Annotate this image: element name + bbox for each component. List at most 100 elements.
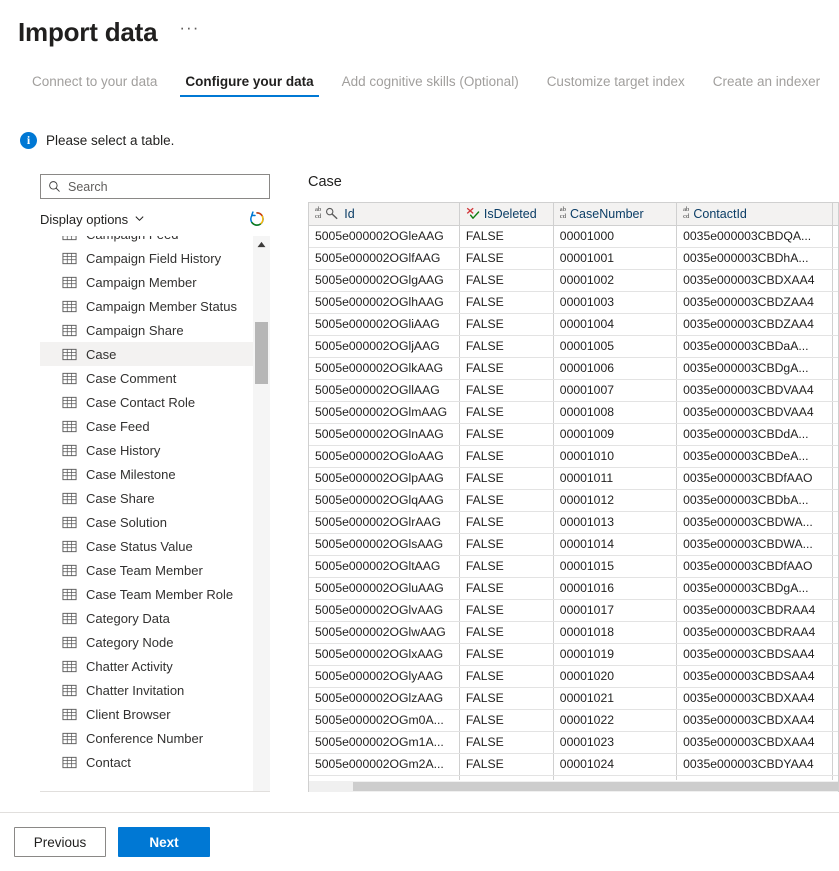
cell-id: 5005e000002OGliAAG (309, 313, 460, 336)
table-grid-icon (62, 539, 77, 554)
data-grid-scroll-area[interactable]: ab cd Id IsDeleted ab cd CaseNumber ab cd Contact… (309, 203, 838, 780)
table-row[interactable]: 5005e000002OGlxAAG FALSE 00001019 0035e0000… (309, 643, 838, 666)
table-row[interactable]: 5005e000002OGlvAAG FALSE 00001017 0035e0000… (309, 599, 838, 622)
table-row[interactable]: 5005e000002OGlgAAG FALSE 00001002 0035e0000… (309, 269, 838, 292)
display-options-dropdown[interactable]: Display options (40, 212, 145, 227)
table-list-item[interactable]: Category Node (40, 630, 253, 654)
cell-contactId: 0035e000003CBDaA... (676, 335, 834, 358)
table-row[interactable]: 5005e000002OGliAAG FALSE 00001004 0035e0000… (309, 313, 838, 336)
cell-contactId: 0035e000003CBDXAA4 (676, 687, 834, 710)
more-options-button[interactable]: ··· (173, 19, 205, 42)
search-icon (48, 180, 61, 193)
table-row[interactable]: 5005e000002OGlqAAG FALSE 00001012 0035e0000… (309, 489, 838, 512)
table-list-item[interactable]: Case Status Value (40, 534, 253, 558)
table-list-item[interactable]: Case Share (40, 486, 253, 510)
wizard-tabs: Connect to your data Configure your data A… (0, 74, 839, 108)
tab-add-cognitive-skills-optional[interactable]: Add cognitive skills (Optional) (328, 74, 533, 97)
table-row[interactable]: 5005e000002OGm2A... FALSE 00001024 0035e000… (309, 753, 838, 776)
cell-isDeleted: FALSE (459, 599, 554, 622)
table-list-item[interactable]: Case Team Member (40, 558, 253, 582)
table-row[interactable]: 5005e000002OGlhAAG FALSE 00001003 0035e0000… (309, 291, 838, 314)
table-list-item[interactable]: Case History (40, 438, 253, 462)
column-header-caseNumber[interactable]: ab cd CaseNumber (553, 203, 678, 226)
previous-button[interactable]: Previous (14, 827, 106, 857)
table-list-item[interactable]: Campaign Share (40, 318, 253, 342)
cell-accountId: 0015e000004uFMSAA2 (832, 313, 838, 336)
refresh-icon[interactable] (248, 210, 266, 228)
column-header-id[interactable]: ab cd Id (309, 203, 460, 226)
table-list-item[interactable]: Campaign Feed (40, 236, 253, 246)
cell-isDeleted: FALSE (459, 753, 554, 776)
column-header-isDeleted[interactable]: IsDeleted (459, 203, 554, 226)
horizontal-scrollbar-thumb[interactable] (353, 782, 838, 791)
table-list-item[interactable]: Client Browser (40, 702, 253, 726)
table-grid-icon (62, 491, 77, 506)
scrollbar-thumb[interactable] (255, 322, 268, 384)
table-row[interactable]: 5005e000002OGlwAAG FALSE 00001018 0035e0000… (309, 621, 838, 644)
table-list-item[interactable]: Campaign Member Status (40, 294, 253, 318)
table-row[interactable]: 5005e000002OGltAAG FALSE 00001015 0035e0000… (309, 555, 838, 578)
table-row[interactable]: 5005e000002OGlsAAG FALSE 00001014 0035e0000… (309, 533, 838, 556)
cell-caseNumber: 00001007 (553, 379, 678, 402)
table-row[interactable]: 5005e000002OGlrAAG FALSE 00001013 0035e0000… (309, 511, 838, 534)
table-row[interactable]: 5005e000002OGluAAG FALSE 00001016 0035e0000… (309, 577, 838, 600)
table-list-item[interactable]: Chatter Invitation (40, 678, 253, 702)
table-row[interactable]: 5005e000002OGljAAG FALSE 00001005 0035e0000… (309, 335, 838, 358)
tab-configure-your-data[interactable]: Configure your data (171, 74, 327, 97)
cell-contactId: 0035e000003CBDWA... (676, 533, 834, 556)
table-list-item[interactable]: Case (40, 342, 253, 366)
table-row[interactable]: 5005e000002OGlkAAG FALSE 00001006 0035e0000… (309, 357, 838, 380)
table-list-item[interactable]: Conference Number (40, 726, 253, 750)
next-button[interactable]: Next (118, 827, 210, 857)
table-list-scrollbar[interactable] (253, 236, 270, 791)
table-list-item[interactable]: Campaign Field History (40, 246, 253, 270)
cell-caseNumber: 00001001 (553, 247, 678, 270)
table-list-item[interactable]: Case Milestone (40, 462, 253, 486)
cell-isDeleted: FALSE (459, 379, 554, 402)
search-input[interactable] (61, 178, 269, 195)
table-list-item[interactable]: Case Comment (40, 366, 253, 390)
table-row[interactable]: 5005e000002OGm1A... FALSE 00001023 0035e000… (309, 731, 838, 754)
data-grid-horizontal-scrollbar[interactable] (309, 780, 838, 792)
tab-customize-target-index[interactable]: Customize target index (533, 74, 699, 97)
table-list-item[interactable]: Case Team Member Role (40, 582, 253, 606)
tab-create-an-indexer[interactable]: Create an indexer (699, 74, 834, 97)
table-row[interactable]: 5005e000002OGlzAAG FALSE 00001021 0035e0000… (309, 687, 838, 710)
table-row[interactable]: 5005e000002OGm0A... FALSE 00001022 0035e000… (309, 709, 838, 732)
cell-isDeleted: FALSE (459, 489, 554, 512)
cell-id: 5005e000002OGljAAG (309, 335, 460, 358)
table-list-item-label: Case Milestone (86, 466, 176, 482)
chevron-down-icon (134, 212, 145, 227)
search-box[interactable] (40, 174, 270, 199)
table-list-item[interactable]: Case Solution (40, 510, 253, 534)
cell-contactId: 0035e000003CBDRAA4 (676, 599, 834, 622)
table-row[interactable]: 5005e000002OGlnAAG FALSE 00001009 0035e0000… (309, 423, 838, 446)
table-row[interactable]: 5005e000002OGlyAAG FALSE 00001020 0035e0000… (309, 665, 838, 688)
cell-contactId: 0035e000003CBDWA... (676, 511, 834, 534)
table-list[interactable]: Campaign Feed Campaign Field History Campa… (40, 236, 253, 791)
table-list-item[interactable]: Category Data (40, 606, 253, 630)
table-list-item[interactable]: Chatter Activity (40, 654, 253, 678)
cell-caseNumber: 00001012 (553, 489, 678, 512)
cell-caseNumber: 00001023 (553, 731, 678, 754)
table-row[interactable]: 5005e000002OGllAAG FALSE 00001007 0035e0000… (309, 379, 838, 402)
cell-id: 5005e000002OGlyAAG (309, 665, 460, 688)
table-list-item-label: Case Share (86, 490, 155, 506)
table-row[interactable]: 5005e000002OGleAAG FALSE 00001000 0035e0000… (309, 225, 838, 248)
table-list-item[interactable]: Campaign Member (40, 270, 253, 294)
main-content: Display options Campaign Fe (0, 174, 839, 792)
table-row[interactable]: 5005e000002OGlmAAG FALSE 00001008 0035e0000… (309, 401, 838, 424)
tab-connect-to-your-data[interactable]: Connect to your data (18, 74, 171, 97)
column-header-accountId[interactable]: abcdAccountId (832, 203, 838, 226)
table-list-item[interactable]: Case Contact Role (40, 390, 253, 414)
column-header-contactId[interactable]: ab cd ContactId (676, 203, 834, 226)
cell-contactId: 0035e000003CBDfAAO (676, 467, 834, 490)
table-list-item[interactable]: Contact (40, 750, 253, 774)
table-row[interactable]: 5005e000002OGlfAAG FALSE 00001001 0035e0000… (309, 247, 838, 270)
table-row[interactable]: 5005e000002OGlpAAG FALSE 00001011 0035e0000… (309, 467, 838, 490)
table-list-item[interactable]: Case Feed (40, 414, 253, 438)
table-row[interactable]: 5005e000002OGloAAG FALSE 00001010 0035e0000… (309, 445, 838, 468)
scroll-up-arrow-icon[interactable] (253, 236, 270, 253)
cell-isDeleted: FALSE (459, 423, 554, 446)
cell-caseNumber: 00001021 (553, 687, 678, 710)
